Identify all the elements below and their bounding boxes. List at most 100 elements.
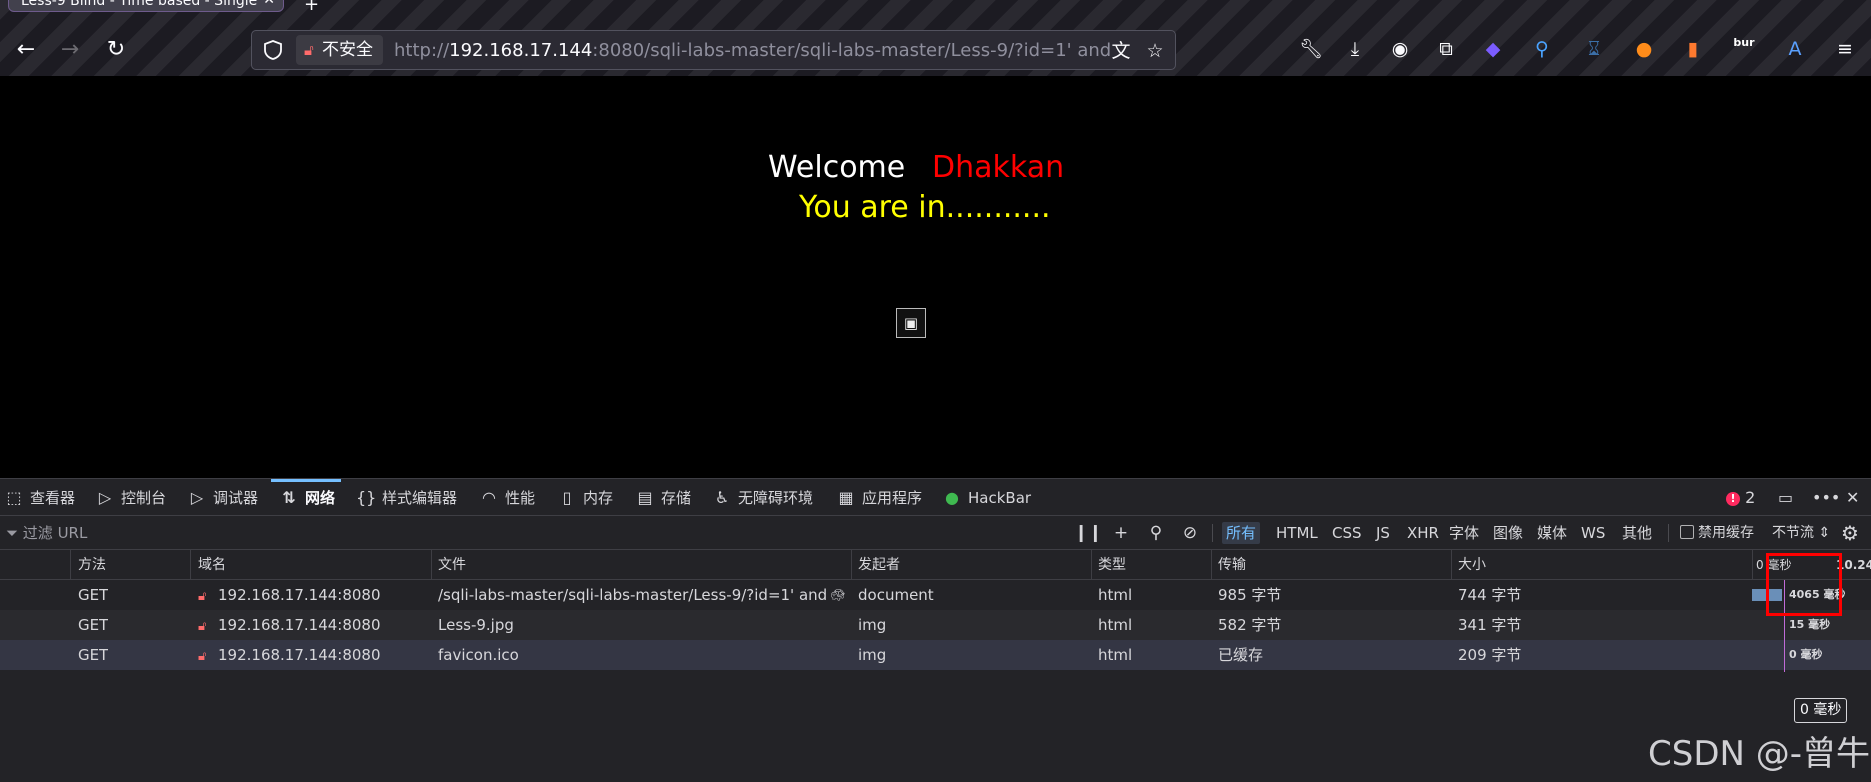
filter-icon: ⏷ (6, 524, 19, 542)
tab-performance[interactable]: ◠ 性能 (479, 479, 535, 516)
cell-transfer: 已缓存 (1218, 646, 1264, 664)
pause-icon[interactable]: ❙❙ (1074, 516, 1103, 550)
cell-transfer: 582 字节 (1218, 616, 1282, 634)
extension-burp-icon[interactable]: bur (1731, 30, 1757, 56)
filter-js[interactable]: JS (1372, 522, 1394, 544)
shield-icon[interactable] (262, 39, 284, 61)
extension-purple-icon[interactable]: ◆ (1480, 36, 1506, 62)
col-size[interactable]: 大小 (1458, 550, 1486, 580)
url-bar[interactable]: 🔓︎ 不安全 http://192.168.17.144:8080/sqli-la… (251, 30, 1176, 70)
back-icon[interactable]: ← (10, 34, 42, 66)
filter-all[interactable]: 所有 (1222, 522, 1261, 544)
col-initiator[interactable]: 发起者 (858, 550, 900, 580)
user-name: Dhakkan (932, 150, 1065, 185)
tab-hackbar[interactable]: ● HackBar (942, 479, 1031, 516)
cell-type: html (1098, 586, 1133, 604)
filter-css[interactable]: CSS (1328, 522, 1366, 544)
responsive-design-icon[interactable]: ▭ (1778, 479, 1793, 516)
insecure-icon: 🔓︎ (198, 649, 207, 664)
forward-icon[interactable]: → (54, 34, 86, 66)
translate-icon[interactable]: 文 (1109, 39, 1133, 63)
security-label: 不安全 (322, 40, 373, 60)
close-tab-icon[interactable]: ✕ (263, 0, 275, 8)
broken-image-icon: ▣ (896, 308, 926, 338)
gear-icon[interactable]: ⚙ (1838, 516, 1862, 550)
insecure-indicator[interactable]: 🔓︎ 不安全 (296, 35, 383, 65)
url-text[interactable]: http://192.168.17.144:8080/sqli-labs-mas… (394, 39, 1110, 63)
add-icon[interactable]: + (1109, 516, 1133, 550)
close-devtools-icon[interactable]: ✕ (1846, 479, 1859, 516)
wrench-icon[interactable]: 🔧︎ (1298, 36, 1324, 62)
cell-method: GET (78, 586, 109, 604)
tab-console[interactable]: ▷ 控制台 (95, 479, 166, 516)
extension-pin-icon[interactable]: ⚲ (1529, 36, 1555, 62)
account-icon[interactable]: ◉ (1387, 36, 1413, 62)
cell-transfer: 985 字节 (1218, 586, 1282, 604)
filter-fonts[interactable]: 字体 (1445, 522, 1483, 544)
tab-network[interactable]: ⇅ 网络 (270, 479, 342, 516)
tab-style-editor[interactable]: {} 样式编辑器 (356, 479, 457, 516)
new-tab-icon[interactable]: + (304, 0, 319, 15)
tab-accessibility[interactable]: ♿︎ 无障碍环境 (712, 479, 813, 516)
insecure-icon: 🔓︎ (198, 589, 207, 604)
table-row[interactable]: GET 🔓︎ 192.168.17.144:8080 favicon.ico im… (0, 640, 1871, 670)
filter-html[interactable]: HTML (1272, 522, 1322, 544)
col-domain[interactable]: 域名 (198, 550, 226, 580)
style-editor-icon: {} (356, 488, 377, 507)
extensions-icon[interactable]: ⧉ (1433, 36, 1459, 62)
throttle-select[interactable]: 不节流 ⇕ (1772, 516, 1830, 550)
reload-icon[interactable]: ↻ (100, 34, 132, 66)
extension-translate-icon[interactable]: A (1782, 36, 1808, 62)
extension-trash-icon[interactable]: ▮ (1680, 36, 1706, 62)
url-path: :8080/sqli-labs-master/sqli-labs-master/… (592, 40, 1110, 61)
filter-xhr[interactable]: XHR (1403, 522, 1443, 544)
extension-hourglass-icon[interactable]: ⌛︎ (1581, 36, 1607, 62)
more-options-icon[interactable]: ••• (1812, 479, 1840, 516)
cell-domain: 🔓︎ 192.168.17.144:8080 (198, 640, 381, 670)
tab-debugger[interactable]: ▷ 调试器 (187, 479, 258, 516)
col-file[interactable]: 文件 (438, 550, 466, 580)
filter-media[interactable]: 媒体 (1533, 522, 1571, 544)
error-icon: ! (1726, 492, 1740, 506)
cell-file: favicon.ico (438, 646, 519, 664)
storage-icon: ▤ (637, 488, 653, 507)
table-row[interactable]: GET 🔓︎ 192.168.17.144:8080 Less-9.jpg img… (0, 610, 1871, 640)
network-toolbar: ⏷ 过滤 URL ❙❙ + ⚲ ⊘ 所有 HTML CSS JS XHR 字体 … (0, 516, 1871, 550)
col-transfer[interactable]: 传输 (1218, 550, 1246, 580)
annotation-highlight (1766, 553, 1842, 616)
filter-url-input[interactable]: ⏷ 过滤 URL (6, 516, 87, 550)
application-icon: ▦ (838, 488, 854, 507)
toolbar-divider (1668, 524, 1669, 542)
tab-title: Less-9 Blind - Time based - Single (21, 0, 258, 9)
lock-insecure-icon: 🔓︎ (304, 41, 314, 59)
error-count[interactable]: ! 2 (1726, 479, 1755, 516)
tab-storage[interactable]: ▤ 存储 (635, 479, 691, 516)
browser-tab[interactable]: Less-9 Blind - Time based - Single ✕ (8, 0, 284, 12)
cell-type: html (1098, 616, 1133, 634)
col-method[interactable]: 方法 (78, 550, 106, 580)
download-icon[interactable]: ⤓ (1342, 36, 1368, 62)
debugger-icon: ▷ (190, 488, 204, 507)
column-divider (431, 550, 432, 580)
tab-inspector[interactable]: ⬚ 查看器 (4, 479, 75, 516)
clear-icon[interactable]: ⊘ (1178, 516, 1202, 550)
col-type[interactable]: 类型 (1098, 550, 1126, 580)
filter-other[interactable]: 其他 (1618, 522, 1656, 544)
disable-cache-checkbox[interactable]: 禁用缓存 (1680, 516, 1754, 550)
insecure-icon: 🔓︎ (198, 619, 207, 634)
bookmark-star-icon[interactable]: ☆ (1143, 39, 1167, 63)
tab-memory[interactable]: ▯ 内存 (557, 479, 613, 516)
cell-type: html (1098, 646, 1133, 664)
filter-images[interactable]: 图像 (1489, 522, 1527, 544)
tab-application[interactable]: ▦ 应用程序 (836, 479, 922, 516)
search-icon[interactable]: ⚲ (1144, 516, 1168, 550)
table-row[interactable]: GET 🔓︎ 192.168.17.144:8080 /sqli-labs-mas… (0, 580, 1871, 610)
extension-orange-icon[interactable]: ● (1631, 36, 1657, 62)
menu-icon[interactable]: ≡ (1832, 36, 1858, 62)
watermark: CSDN @-曾牛 (1648, 734, 1871, 774)
accessibility-icon: ♿︎ (714, 488, 730, 507)
column-divider (851, 550, 852, 580)
filter-ws[interactable]: WS (1577, 522, 1609, 544)
cell-method: GET (78, 616, 109, 634)
cell-initiator: document (858, 586, 934, 604)
